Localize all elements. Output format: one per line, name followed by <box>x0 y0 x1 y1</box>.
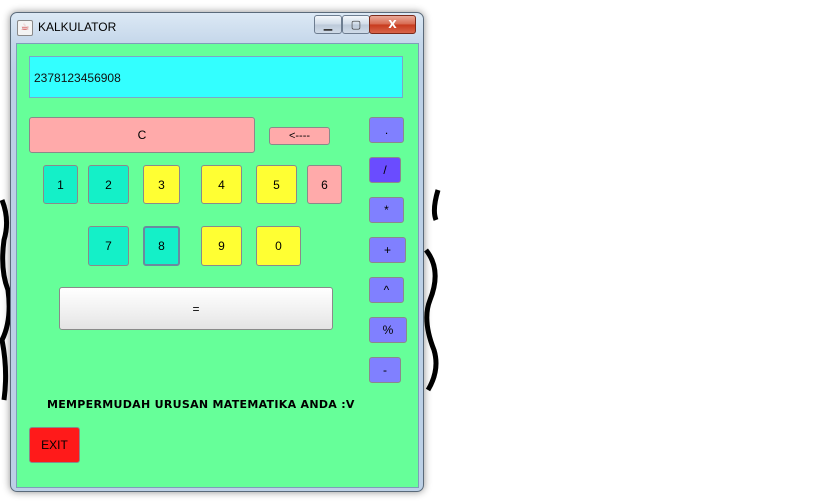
equals-button[interactable]: = <box>59 287 333 330</box>
decimal-point-button[interactable]: . <box>369 117 404 143</box>
digit-2-button[interactable]: 2 <box>88 165 129 204</box>
divide-button[interactable]: / <box>369 157 401 183</box>
calculator-panel: 2378123456908 C <---- 1 2 3 4 5 6 7 8 9 … <box>16 43 419 488</box>
subtract-button[interactable]: - <box>369 357 401 383</box>
maximize-button[interactable]: ▢ <box>342 15 370 34</box>
minimize-button[interactable]: ▁ <box>314 15 342 34</box>
digit-1-button[interactable]: 1 <box>43 165 78 204</box>
digit-4-button[interactable]: 4 <box>201 165 242 204</box>
digit-3-button[interactable]: 3 <box>143 165 180 204</box>
exit-button[interactable]: EXIT <box>29 427 80 463</box>
power-button[interactable]: ^ <box>369 277 404 303</box>
display-field[interactable]: 2378123456908 <box>29 56 403 98</box>
add-button[interactable]: + <box>369 237 406 263</box>
digit-7-button[interactable]: 7 <box>88 226 129 266</box>
digit-5-button[interactable]: 5 <box>256 165 297 204</box>
title-bar[interactable]: ☕ KALKULATOR ▁ ▢ X <box>11 13 423 41</box>
window-title: KALKULATOR <box>38 20 117 34</box>
tagline-text: MEMPERMUDAH URUSAN MATEMATIKA ANDA :V <box>47 398 355 411</box>
backspace-button[interactable]: <---- <box>269 127 330 145</box>
digit-9-button[interactable]: 9 <box>201 226 242 266</box>
clear-button[interactable]: C <box>29 117 255 153</box>
digit-0-button[interactable]: 0 <box>256 226 301 266</box>
java-app-icon: ☕ <box>17 20 33 36</box>
close-button[interactable]: X <box>369 15 416 34</box>
percent-button[interactable]: % <box>369 317 407 343</box>
digit-8-button[interactable]: 8 <box>143 226 180 266</box>
multiply-button[interactable]: * <box>369 197 404 223</box>
calculator-window: ☕ KALKULATOR ▁ ▢ X 2378123456908 C <----… <box>10 12 424 492</box>
digit-6-button[interactable]: 6 <box>307 165 342 204</box>
